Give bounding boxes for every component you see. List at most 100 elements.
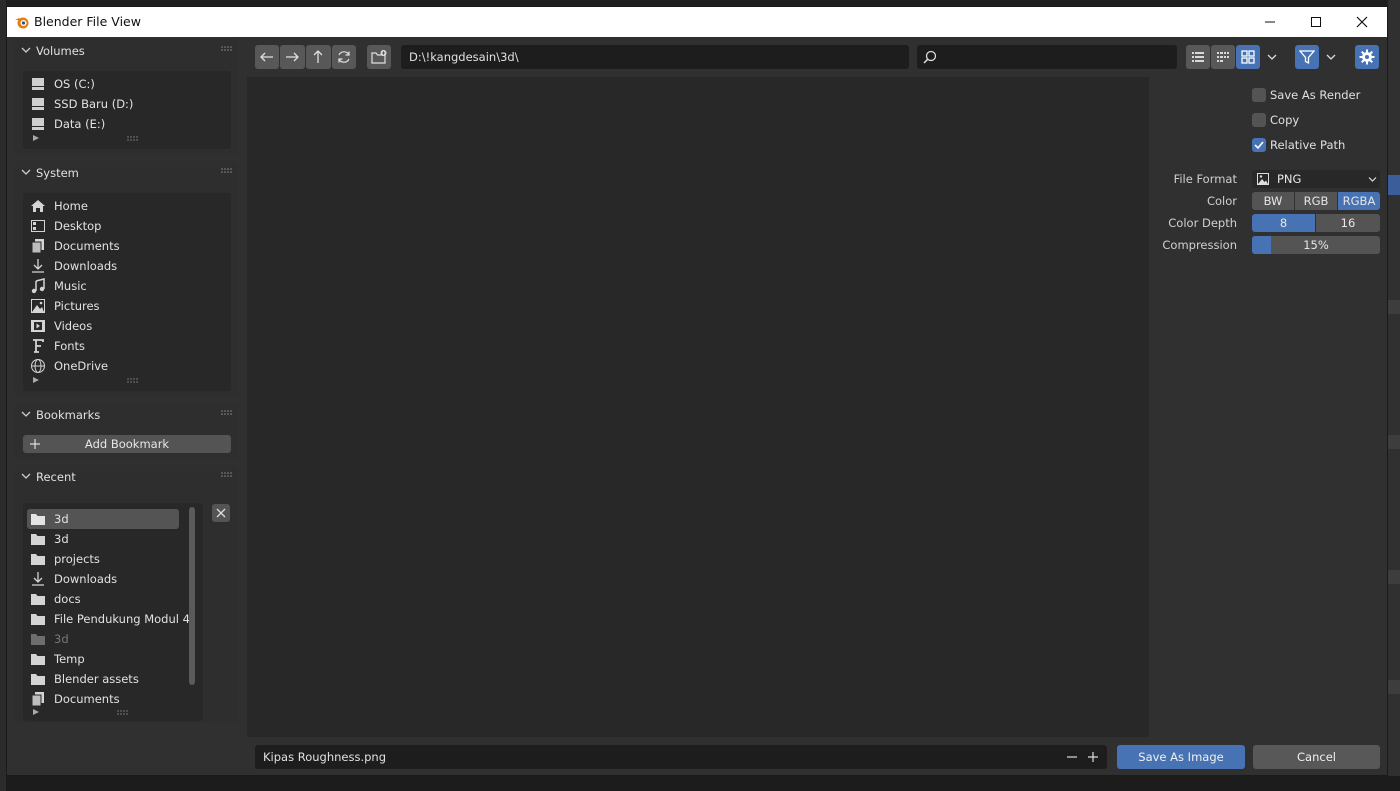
volumes-panel: Volumes OS (C:) SSD Baru (D:) Data (E:) [15,39,239,155]
bookmarks-header[interactable]: Bookmarks [15,403,239,427]
expand-arrow-icon[interactable] [33,709,39,715]
thumbnail-view-button[interactable] [1236,45,1260,69]
picture-icon [31,299,45,313]
checkmark-icon [1254,141,1264,150]
chevron-down-icon [21,473,31,479]
system-panel: System Home Desktop Documents Downloads [15,161,239,397]
relative-path-checkbox[interactable]: Relative Path [1252,136,1372,154]
color-depth-16-option[interactable]: 16 [1316,214,1380,232]
search-field[interactable] [917,45,1177,69]
volume-item-d[interactable]: SSD Baru (D:) [27,94,217,114]
filter-icon [1299,50,1315,65]
directory-path-field[interactable]: D:\!kangdesain\3d\ [401,45,909,69]
chevron-down-icon [1368,177,1377,182]
documents-icon [31,239,44,254]
system-item-downloads[interactable]: Downloads [27,256,217,276]
recent-item[interactable]: 3d [27,509,179,529]
cancel-button[interactable]: Cancel [1253,745,1380,769]
maximize-icon [1311,17,1321,27]
blender-logo-icon [15,17,29,29]
copy-checkbox[interactable]: Copy [1252,111,1372,129]
close-icon [1356,16,1368,28]
expand-arrow-icon[interactable] [33,135,39,141]
recent-header[interactable]: Recent [15,465,239,489]
expand-arrow-icon[interactable] [33,377,39,383]
system-item-desktop[interactable]: Desktop [27,216,217,236]
arrow-right-icon [286,52,299,62]
color-label: Color [1206,194,1237,208]
drag-grip-icon[interactable] [221,167,233,175]
system-item-fonts[interactable]: Fonts [27,336,217,356]
system-list: Home Desktop Documents Downloads Music P… [23,193,231,391]
columns-view-icon [1217,52,1229,62]
desktop-icon [31,220,45,232]
minimize-button[interactable] [1247,7,1293,37]
volume-item-e[interactable]: Data (E:) [27,114,217,134]
horizontal-list-view-button[interactable] [1211,45,1235,69]
plus-icon[interactable] [1088,752,1098,762]
color-rgba-option[interactable]: RGBA [1338,192,1380,210]
new-folder-button[interactable] [367,45,391,69]
clear-recent-button[interactable] [212,504,230,522]
chevron-down-icon [21,47,31,53]
drag-grip-icon[interactable] [221,471,233,479]
color-depth-8-option[interactable]: 8 [1252,214,1315,232]
compression-slider[interactable]: 15% [1252,236,1380,254]
folder-icon [31,554,45,565]
recent-scrollbar[interactable] [189,507,195,685]
title-bar: Blender File View [7,7,1387,37]
checkbox-box [1252,138,1266,152]
drag-grip-icon[interactable] [221,45,233,53]
volume-item-c[interactable]: OS (C:) [27,74,217,94]
forward-button[interactable] [280,45,305,69]
filename-field[interactable]: Kipas Roughness.png [255,745,1107,769]
music-icon [31,278,45,294]
system-item-music[interactable]: Music [27,276,217,296]
volumes-title: Volumes [36,44,85,58]
filter-toggle-button[interactable] [1295,45,1319,69]
back-button[interactable] [255,45,279,69]
maximize-button[interactable] [1293,7,1339,37]
color-bw-option[interactable]: BW [1252,192,1294,210]
options-toggle-button[interactable] [1355,45,1379,69]
file-view-window: Blender File View Volumes OS (C:) SSD Ba… [6,6,1388,776]
save-as-render-checkbox[interactable]: Save As Render [1252,86,1372,104]
color-rgb-option[interactable]: RGB [1295,192,1337,210]
add-bookmark-button[interactable]: Add Bookmark [23,435,231,453]
save-as-image-button[interactable]: Save As Image [1117,745,1245,769]
color-depth-label: Color Depth [1168,216,1237,230]
system-item-pictures[interactable]: Pictures [27,296,217,316]
display-settings-dropdown[interactable] [1261,45,1283,69]
checkbox-box [1252,88,1266,102]
drag-grip-icon[interactable] [221,409,233,417]
background-app-side [1388,0,1400,791]
system-item-documents[interactable]: Documents [27,236,217,256]
close-window-button[interactable] [1339,7,1385,37]
resize-dots-icon[interactable] [127,378,139,383]
file-browser-area[interactable] [247,77,1149,737]
file-format-label: File Format [1173,172,1237,186]
chevron-down-icon [21,169,31,175]
folder-icon [31,634,45,645]
resize-dots-icon[interactable] [127,136,139,141]
system-item-videos[interactable]: Videos [27,316,217,336]
minus-icon[interactable] [1067,752,1077,762]
folder-icon [31,654,45,665]
bookmarks-panel: Bookmarks Add Bookmark [15,403,239,459]
recent-item[interactable]: Documents [27,689,217,709]
system-item-onedrive[interactable]: OneDrive [27,356,217,376]
system-header[interactable]: System [15,161,239,185]
folder-icon [31,674,45,685]
new-folder-icon [371,50,387,64]
disk-icon [32,118,44,130]
chevron-down-icon [1267,54,1277,60]
system-item-home[interactable]: Home [27,196,217,216]
filter-settings-dropdown[interactable] [1320,45,1342,69]
folder-icon [31,534,45,545]
vertical-list-view-button[interactable] [1186,45,1210,69]
parent-directory-button[interactable] [306,45,331,69]
file-format-dropdown[interactable]: PNG [1252,170,1380,188]
resize-dots-icon[interactable] [117,710,129,715]
refresh-button[interactable] [332,45,356,69]
volumes-header[interactable]: Volumes [15,39,239,63]
